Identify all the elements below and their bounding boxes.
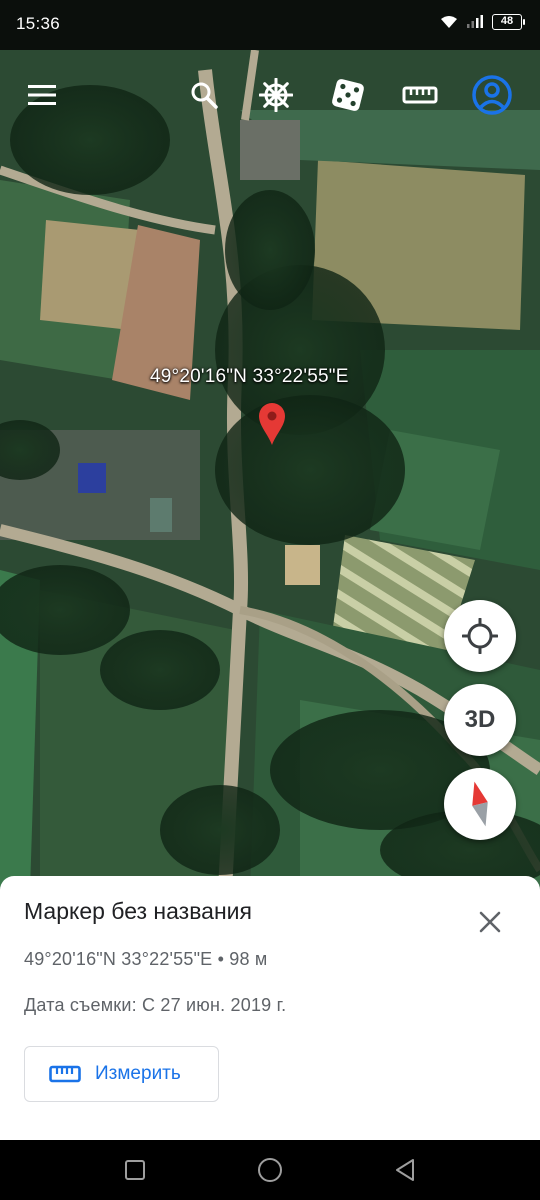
feeling-lucky-dice-icon [332,79,364,111]
measure-button-label: Измерить [95,1063,181,1084]
map-toolbar [0,65,540,125]
toggle-3d-button[interactable]: 3D [444,684,516,756]
signal-icon [467,15,483,28]
compass-icon [472,781,488,827]
menu-button[interactable] [20,65,64,125]
status-icons: 48 [440,14,525,30]
account-button[interactable] [468,65,516,125]
marker-title: Маркер без названия [24,898,252,924]
satellite-map[interactable]: 49°20'16"N 33°22'55"E 3D [0,50,540,890]
search-icon [191,82,218,109]
recent-apps-button[interactable] [119,1154,151,1186]
status-bar: 15:36 48 [0,0,540,50]
navigation-bar [0,1140,540,1200]
crosshair-location-icon [462,618,498,654]
menu-icon [28,85,56,105]
measure-button[interactable]: Измерить [24,1046,219,1102]
square-recents-icon [125,1160,145,1180]
wifi-icon [441,16,457,28]
close-icon[interactable] [478,910,502,934]
status-time: 15:36 [16,14,61,33]
marker-pin-icon[interactable] [258,402,286,446]
measure-ruler-icon [402,86,438,104]
measure-ruler-icon [49,1065,81,1083]
satellite-imagery [0,50,540,890]
map-coordinate-label: 49°20'16"N 33°22'55"E [150,366,349,387]
home-button[interactable] [254,1154,286,1186]
marker-info-sheet: Маркер без названия 49°20'16"N 33°22'55"… [0,876,540,1140]
compass-button[interactable] [444,768,516,840]
voyager-button[interactable] [254,65,298,125]
account-icon [472,75,512,115]
search-button[interactable] [182,65,226,125]
voyager-wheel-icon [259,78,293,112]
triangle-back-icon [396,1159,414,1181]
my-location-button[interactable] [444,600,516,672]
circle-home-icon [258,1158,282,1182]
measure-toolbar-button[interactable] [398,65,442,125]
feeling-lucky-button[interactable] [326,65,370,125]
imagery-capture-date: Дата съемки: С 27 июн. 2019 г. [24,995,287,1015]
marker-coordinates: 49°20'16"N 33°22'55"E • 98 м [24,949,268,969]
three-d-label: 3D [464,706,496,733]
battery-icon: 48 [492,14,525,30]
back-button[interactable] [389,1154,421,1186]
